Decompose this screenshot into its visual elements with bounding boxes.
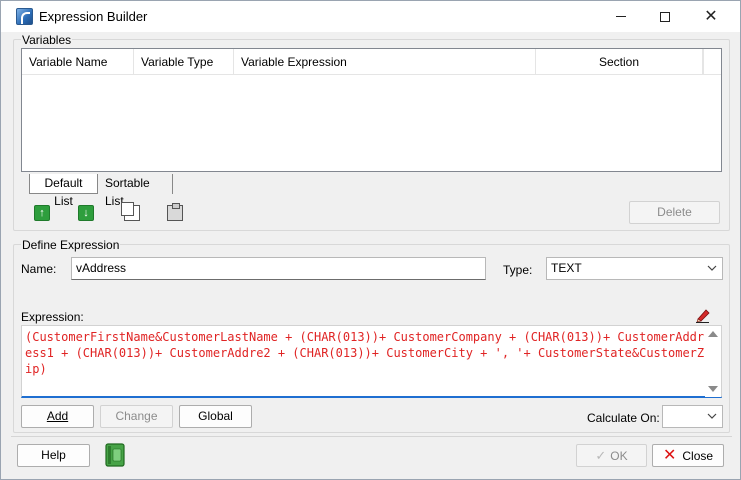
close-icon: ✕ [704, 7, 718, 25]
close-button[interactable]: ✕ Close [652, 444, 724, 467]
chevron-down-icon [707, 265, 717, 271]
variables-table-header: Variable Name Variable Type Variable Exp… [22, 49, 721, 75]
type-select-value: TEXT [551, 261, 582, 275]
type-select[interactable]: TEXT [546, 257, 723, 280]
pencil-icon[interactable] [695, 307, 711, 323]
ok-button-label: OK [610, 449, 628, 463]
change-button[interactable]: Change [100, 405, 173, 428]
calculate-on-select[interactable] [662, 405, 723, 428]
minimize-icon [616, 16, 626, 17]
title-bar[interactable]: Expression Builder ✕ [1, 1, 740, 32]
window-title: Expression Builder [39, 9, 148, 24]
column-header-variable-expression[interactable]: Variable Expression [234, 49, 536, 75]
copy-icon[interactable] [121, 202, 140, 221]
name-label: Name: [21, 262, 57, 276]
paste-icon[interactable] [167, 203, 183, 221]
maximize-icon [660, 11, 670, 22]
footer-divider [11, 436, 732, 437]
book-icon[interactable] [104, 443, 126, 468]
calculate-on-label: Calculate On: [587, 411, 660, 425]
expression-scrollbar[interactable] [705, 326, 721, 397]
expression-builder-window: Expression Builder ✕ Variables Variable … [0, 0, 741, 480]
variables-table[interactable]: Variable Name Variable Type Variable Exp… [21, 48, 722, 172]
maximize-button[interactable] [642, 1, 688, 32]
expression-text[interactable]: (CustomerFirstName&CustomerLastName + (C… [25, 329, 705, 377]
change-button-label: Change [115, 409, 158, 423]
header-scroll-corner [703, 49, 721, 75]
global-button[interactable]: Global [179, 405, 252, 428]
arrow-down-icon[interactable]: ↓ [78, 205, 94, 221]
add-button-label: Add [46, 409, 69, 423]
help-button-label: Help [41, 448, 66, 462]
chevron-down-icon [707, 413, 717, 419]
help-button[interactable]: Help [17, 444, 90, 467]
define-expression-group-label: Define Expression [21, 238, 121, 252]
scroll-down-icon[interactable] [708, 386, 718, 392]
checkmark-icon: ✓ [595, 448, 607, 463]
close-x-icon: ✕ [662, 447, 677, 464]
expression-label: Expression: [21, 310, 84, 324]
arrow-up-icon[interactable]: ↑ [34, 205, 50, 221]
type-label: Type: [503, 263, 533, 277]
app-icon [16, 8, 33, 25]
delete-button[interactable]: Delete [629, 201, 720, 224]
column-header-variable-name[interactable]: Variable Name [22, 49, 134, 75]
scroll-up-icon[interactable] [708, 331, 718, 337]
column-header-section[interactable]: Section [536, 49, 703, 75]
expression-editor[interactable]: (CustomerFirstName&CustomerLastName + (C… [21, 325, 722, 398]
column-header-variable-type[interactable]: Variable Type [134, 49, 234, 75]
name-field[interactable]: vAddress [71, 257, 486, 280]
variables-group-label: Variables [21, 33, 73, 47]
close-window-button[interactable]: ✕ [688, 1, 734, 32]
minimize-button[interactable] [598, 1, 644, 32]
global-button-label: Global [198, 409, 233, 423]
close-button-label: Close [682, 449, 714, 463]
ok-button[interactable]: ✓ OK [576, 444, 647, 467]
add-button[interactable]: Add [21, 405, 94, 428]
tab-default-list[interactable]: Default List [29, 174, 98, 208]
tab-sortable-list[interactable]: Sortable List [101, 174, 173, 208]
